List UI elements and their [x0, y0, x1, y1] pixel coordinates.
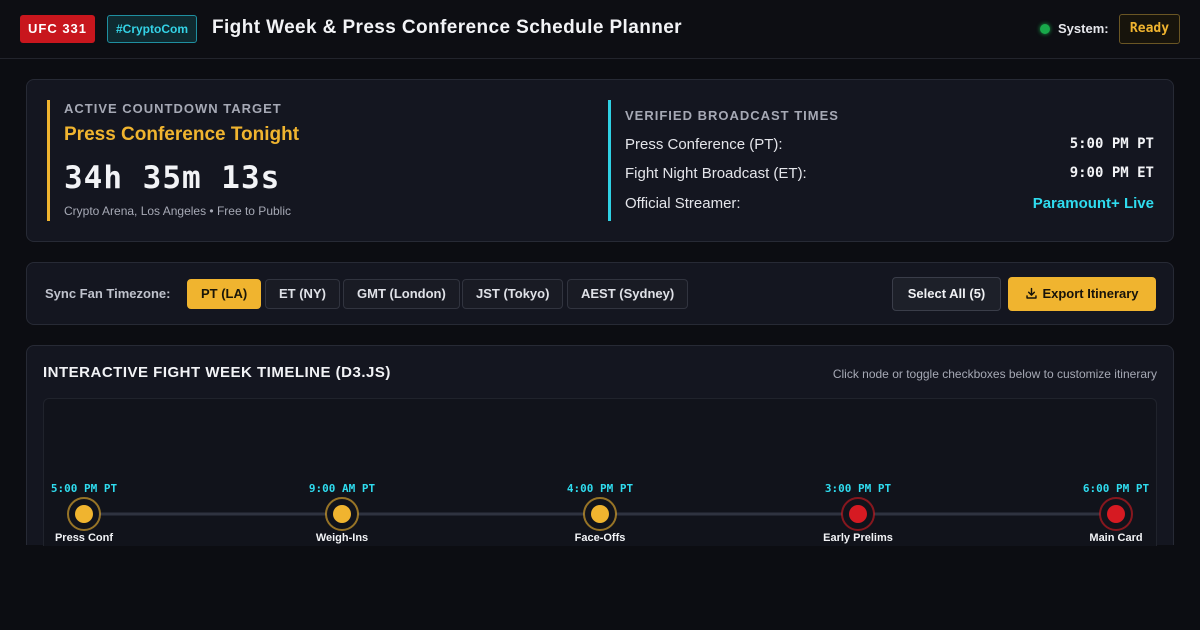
timeline-node-dot	[333, 505, 351, 523]
timeline-node-time: 5:00 PM PT	[51, 482, 118, 495]
countdown-venue: Crypto Arena, Los Angeles • Free to Publ…	[64, 204, 291, 218]
timeline-node-time: 6:00 PM PT	[1083, 482, 1150, 495]
broadcast-value: 9:00 PM ET	[1069, 165, 1154, 181]
timezone-label: Sync Fan Timezone:	[45, 286, 171, 301]
timezone-option-gmt[interactable]: GMT (London)	[343, 279, 460, 309]
status-indicator-icon	[1040, 24, 1050, 34]
broadcast-label: VERIFIED BROADCAST TIMES	[625, 108, 839, 123]
timezone-option-jst[interactable]: JST (Tokyo)	[462, 279, 564, 309]
app-header: UFC 331 #CryptoCom Fight Week & Press Co…	[0, 0, 1200, 59]
timeline-hint: Click node or toggle checkboxes below to…	[832, 367, 1157, 381]
timezone-option-pt[interactable]: PT (LA)	[187, 279, 262, 309]
broadcast-panel: VERIFIED BROADCAST TIMES Press Conferenc…	[608, 100, 1154, 221]
timeline-node-label: Weigh-Ins	[316, 532, 368, 544]
timeline-node-dot	[849, 505, 867, 523]
timeline-node-label: Early Prelims	[823, 532, 893, 544]
countdown-label: ACTIVE COUNTDOWN TARGET	[64, 101, 282, 116]
select-all-button[interactable]: Select All (5)	[892, 277, 1001, 311]
broadcast-row-press: Press Conference (PT): 5:00 PM PT	[625, 136, 1154, 156]
broadcast-value: 5:00 PM PT	[1069, 136, 1154, 152]
timezone-option-et[interactable]: ET (NY)	[265, 279, 340, 309]
timeline-svg: 5:00 PM PT Press Conf 9:00 AM PT Weigh-Ins 4…	[51, 482, 1150, 544]
hashtag-badge[interactable]: #CryptoCom	[107, 15, 198, 43]
export-itinerary-button[interactable]: Export Itinerary	[1008, 277, 1156, 311]
timeline-node-label: Press Conf	[55, 532, 113, 544]
broadcast-key: Official Streamer:	[625, 195, 741, 212]
timezone-bar: Sync Fan Timezone: PT (LA) ET (NY) GMT (…	[26, 262, 1174, 325]
timeline-node-time: 4:00 PM PT	[567, 482, 634, 495]
timeline-card: INTERACTIVE FIGHT WEEK TIMELINE (D3.JS) …	[26, 345, 1174, 546]
app-title: Fight Week & Press Conference Schedule P…	[212, 17, 682, 38]
status-label: System:	[1058, 21, 1109, 36]
broadcast-key: Fight Night Broadcast (ET):	[625, 165, 807, 182]
timeline-node-label: Main Card	[1089, 532, 1142, 544]
download-icon	[1026, 287, 1038, 299]
status-value: Ready	[1119, 14, 1180, 44]
timeline-node-label: Face-Offs	[575, 532, 626, 544]
broadcast-row-streamer: Official Streamer: Paramount+ Live	[625, 195, 1154, 215]
timeline-canvas: 5:00 PM PT Press Conf 9:00 AM PT Weigh-Ins 4…	[43, 398, 1157, 546]
timeline-node-time: 9:00 AM PT	[309, 482, 376, 495]
streamer-link[interactable]: Paramount+ Live	[1033, 195, 1154, 212]
export-label: Export Itinerary	[1042, 286, 1139, 301]
broadcast-row-fight: Fight Night Broadcast (ET): 9:00 PM ET	[625, 165, 1154, 185]
countdown-panel: ACTIVE COUNTDOWN TARGET Press Conference…	[47, 100, 567, 221]
countdown-event: Press Conference Tonight	[64, 124, 300, 145]
timeline-node-time: 3:00 PM PT	[825, 482, 892, 495]
countdown-timer: 34h 35m 13s	[64, 160, 281, 196]
timeline-title: INTERACTIVE FIGHT WEEK TIMELINE (D3.JS)	[43, 364, 391, 381]
event-badge: UFC 331	[20, 15, 96, 43]
timezone-option-aest[interactable]: AEST (Sydney)	[567, 279, 689, 309]
timeline-node-dot	[75, 505, 93, 523]
timeline-node-dot	[1107, 505, 1125, 523]
timeline-node-dot	[591, 505, 609, 523]
countdown-card: ACTIVE COUNTDOWN TARGET Press Conference…	[26, 79, 1174, 242]
broadcast-key: Press Conference (PT):	[625, 136, 783, 153]
